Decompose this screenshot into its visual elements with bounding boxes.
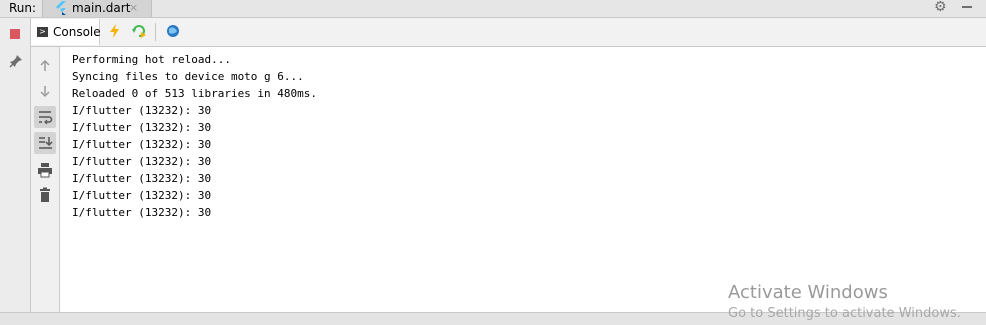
console-line: Performing hot reload... [72,53,231,66]
console-line: Syncing files to device moto g 6... [72,70,304,83]
print-button[interactable] [34,159,56,181]
close-icon[interactable]: × [129,1,138,14]
console-line: I/flutter (13232): 30 [72,172,212,185]
trash-icon [40,187,50,202]
tab-console[interactable]: > Console [31,19,101,45]
arrow-down-icon [40,86,50,98]
console-side-toolbar [31,47,60,324]
flutter-icon [56,1,66,15]
print-icon [38,163,52,178]
gear-icon[interactable]: ⚙ [934,0,947,15]
hot-restart-icon[interactable] [131,23,147,39]
clear-all-button[interactable] [34,184,56,206]
terminal-icon: > [37,27,48,37]
soft-wrap-button[interactable] [34,106,56,128]
console-tab-label: Console [53,25,101,39]
arrow-up-icon [40,59,50,71]
soft-wrap-icon [39,111,53,125]
console-output[interactable]: Performing hot reload... Syncing files t… [60,47,986,312]
scroll-to-end-icon [39,137,53,149]
activate-windows-title: Activate Windows [728,282,888,303]
hot-reload-icon[interactable] [107,23,123,39]
pin-icon[interactable] [9,54,23,68]
toolbar-separator [155,23,156,41]
run-actions-strip [0,18,31,324]
console-line: I/flutter (13232): 30 [72,104,212,117]
scroll-to-end-button[interactable] [34,132,56,154]
console-line: I/flutter (13232): 30 [72,138,212,151]
console-line: Reloaded 0 of 513 libraries in 480ms. [72,87,318,100]
console-line: I/flutter (13232): 30 [72,189,212,202]
run-toolbar: Run: main.dart × ⚙ [0,0,986,18]
tab-title: main.dart [72,1,131,15]
run-label: Run: [9,1,37,15]
scroll-down-button[interactable] [34,80,56,102]
scroll-up-button[interactable] [34,55,56,77]
console-line: I/flutter (13232): 30 [72,121,212,134]
console-line: I/flutter (13232): 30 [72,155,212,168]
dart-devtools-icon[interactable] [165,23,181,39]
minimize-icon[interactable] [962,6,972,8]
console-header: > Console [31,18,986,47]
activate-windows-subtitle: Go to Settings to activate Windows. [728,306,961,321]
stop-icon[interactable] [10,29,20,39]
console-line: I/flutter (13232): 30 [72,206,212,219]
run-tab-main-dart[interactable]: main.dart × [42,0,152,17]
